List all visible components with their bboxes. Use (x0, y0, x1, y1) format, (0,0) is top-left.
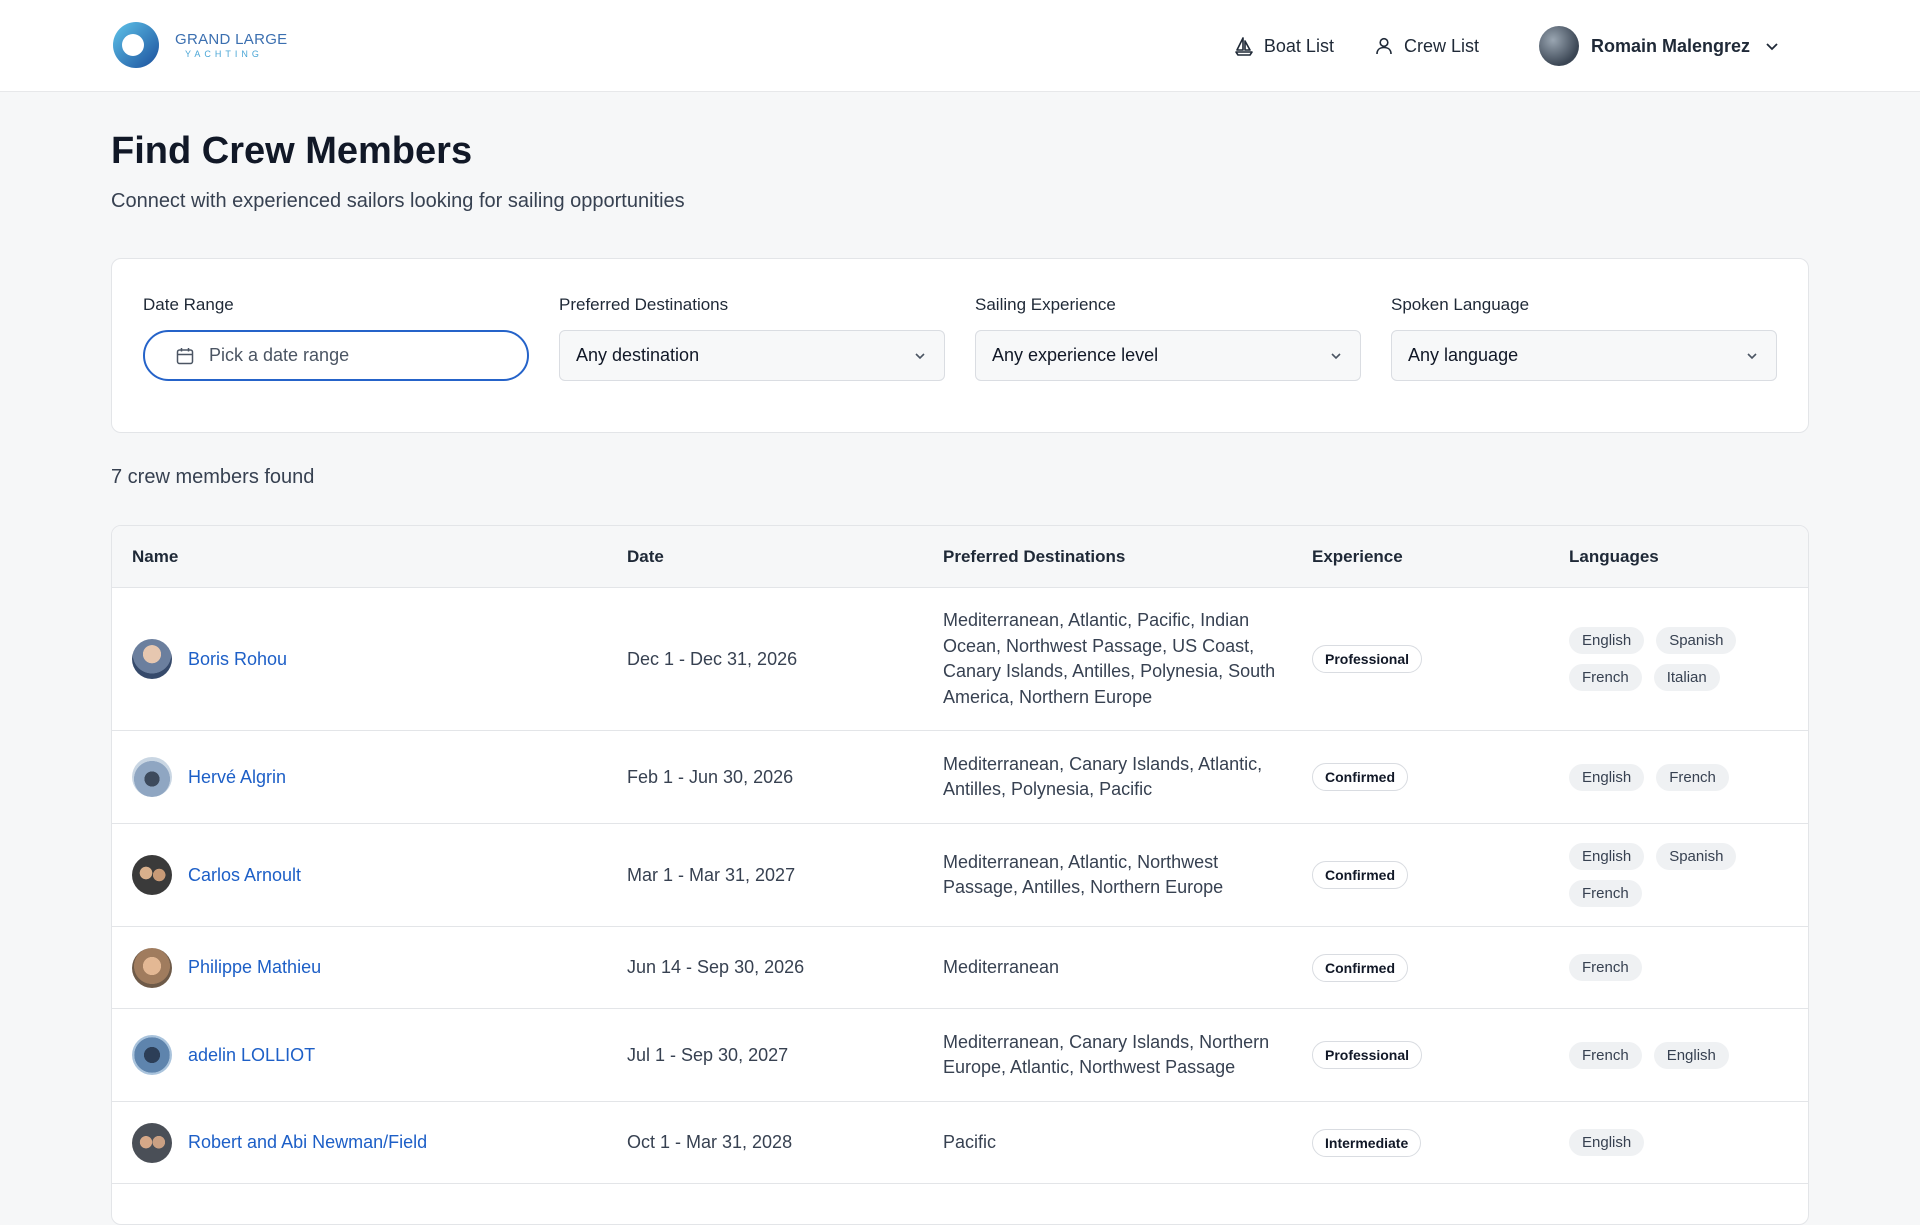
table-row[interactable]: Boris Rohou Dec 1 - Dec 31, 2026 Mediter… (112, 588, 1808, 731)
language-chip: French (1656, 763, 1729, 791)
crew-date: Dec 1 - Dec 31, 2026 (627, 648, 798, 669)
avatar (132, 1035, 172, 1075)
language-select[interactable]: Any language (1391, 330, 1777, 381)
experience-badge: Confirmed (1312, 953, 1408, 982)
date-range-input[interactable]: Pick a date range (143, 330, 529, 381)
crew-destinations: Mediterranean, Atlantic, Pacific, Indian… (943, 610, 1276, 707)
top-navigation-bar: GRAND LARGE YACHTING Boat List Crew List… (0, 0, 1920, 92)
results-count: 7 crew members found (111, 466, 315, 488)
crew-table: Name Date Preferred Destinations Experie… (111, 525, 1809, 1225)
nav-crew-list-label: Crew List (1403, 35, 1479, 56)
crew-destinations: Mediterranean, Atlantic, Northwest Passa… (943, 851, 1224, 898)
experience-badge: Professional (1312, 645, 1423, 673)
user-avatar (1538, 26, 1579, 66)
crew-name-link[interactable]: Philippe Mathieu (188, 957, 321, 978)
crew-date: Oct 1 - Mar 31, 2028 (627, 1132, 793, 1152)
chevron-down-icon (1331, 352, 1341, 359)
destinations-filter: Preferred Destinations Any destination (559, 295, 945, 381)
experience-select-value: Any experience level (992, 345, 1159, 365)
page-title: Find Crew Members (111, 130, 473, 172)
avatar (132, 757, 172, 797)
avatar (132, 1122, 172, 1163)
brand-tagline: YACHTING (185, 48, 263, 59)
crew-date: Mar 1 - Mar 31, 2027 (627, 864, 796, 885)
language-chip: English (1653, 1041, 1729, 1069)
experience-select[interactable]: Any experience level (975, 330, 1361, 381)
language-chip: French (1569, 880, 1642, 907)
experience-label: Sailing Experience (975, 295, 1116, 314)
crew-name-link[interactable]: Robert and Abi Newman/Field (188, 1132, 427, 1153)
crew-destinations: Pacific (943, 1131, 997, 1152)
crew-date: Feb 1 - Jun 30, 2026 (627, 766, 794, 787)
column-header-languages: Languages (1569, 547, 1659, 566)
experience-badge: Intermediate (1312, 1128, 1422, 1157)
user-menu[interactable]: Romain Malengrez (1538, 26, 1780, 66)
language-chip: French (1569, 664, 1642, 691)
avatar (132, 855, 172, 895)
chevron-down-icon (1747, 352, 1757, 359)
language-select-value: Any language (1408, 345, 1519, 365)
language-chip: French (1569, 1041, 1642, 1069)
experience-filter: Sailing Experience Any experience level (975, 295, 1361, 381)
language-chip: English (1569, 843, 1645, 870)
chevron-down-icon (915, 352, 925, 359)
language-label: Spoken Language (1391, 295, 1530, 314)
table-row[interactable]: Philippe Mathieu Jun 14 - Sep 30, 2026 M… (112, 927, 1808, 1009)
crew-name-link[interactable]: adelin LOLLIOT (188, 1045, 315, 1066)
date-range-label: Date Range (143, 295, 234, 314)
table-row[interactable]: Robert and Abi Newman/Field Oct 1 - Mar … (112, 1102, 1808, 1184)
table-row[interactable]: Carlos Arnoult Mar 1 - Mar 31, 2027 Medi… (112, 824, 1808, 927)
crew-destinations: Mediterranean, Canary Islands, Atlantic,… (943, 753, 1263, 800)
sailboat-icon (1235, 37, 1253, 56)
language-filter: Spoken Language Any language (1391, 295, 1777, 381)
experience-badge: Confirmed (1312, 861, 1408, 889)
language-chip: Italian (1653, 664, 1720, 691)
language-chip: English (1569, 627, 1645, 654)
brand-name: GRAND LARGE (175, 30, 288, 48)
language-chip: Spanish (1656, 843, 1737, 870)
experience-badge: Professional (1312, 1041, 1423, 1069)
language-chip: English (1569, 763, 1645, 791)
table-row[interactable]: Hervé Algrin Feb 1 - Jun 30, 2026 Medite… (112, 731, 1808, 824)
brand-logo[interactable]: GRAND LARGE YACHTING (111, 20, 288, 70)
crew-destinations: Mediterranean (943, 956, 1060, 977)
crew-name-link[interactable]: Carlos Arnoult (188, 865, 301, 886)
page-subtitle: Connect with experienced sailors looking… (111, 190, 685, 212)
nav-boat-list-label: Boat List (1263, 35, 1334, 56)
calendar-icon (176, 347, 194, 364)
column-header-destinations: Preferred Destinations (943, 547, 1126, 566)
crew-date: Jun 14 - Sep 30, 2026 (627, 957, 805, 977)
crew-date: Jul 1 - Sep 30, 2027 (627, 1044, 789, 1065)
crew-destinations: Mediterranean, Canary Islands, Northern … (943, 1031, 1270, 1078)
column-header-date: Date (627, 547, 664, 566)
column-header-experience: Experience (1312, 547, 1403, 566)
avatar (132, 639, 172, 679)
date-range-placeholder: Pick a date range (209, 345, 350, 365)
language-chip: English (1569, 1129, 1645, 1156)
language-chip: French (1569, 954, 1642, 981)
destinations-select[interactable]: Any destination (559, 330, 945, 381)
language-chip: Spanish (1656, 627, 1737, 654)
filter-panel: Date Range Pick a date range Preferred D… (111, 258, 1809, 433)
table-row[interactable]: adelin LOLLIOT Jul 1 - Sep 30, 2027 Medi… (112, 1009, 1808, 1102)
column-header-name: Name (132, 547, 179, 566)
nav-boat-list[interactable]: Boat List (1234, 36, 1334, 57)
main-nav: Boat List Crew List Romain Malengrez (1194, 0, 1780, 92)
user-name: Romain Malengrez (1590, 35, 1750, 56)
avatar (132, 947, 172, 988)
crew-name-link[interactable]: Boris Rohou (188, 649, 287, 670)
user-icon (1376, 37, 1392, 55)
nav-crew-list[interactable]: Crew List (1374, 36, 1479, 57)
chevron-down-icon (1766, 43, 1778, 51)
destinations-label: Preferred Destinations (559, 295, 729, 314)
crew-name-link[interactable]: Hervé Algrin (188, 767, 286, 788)
table-header: Name Date Preferred Destinations Experie… (112, 526, 1808, 588)
destinations-select-value: Any destination (576, 345, 700, 365)
logo-mark-icon (113, 22, 159, 68)
experience-badge: Confirmed (1312, 763, 1408, 791)
date-range-filter: Date Range Pick a date range (143, 295, 529, 381)
